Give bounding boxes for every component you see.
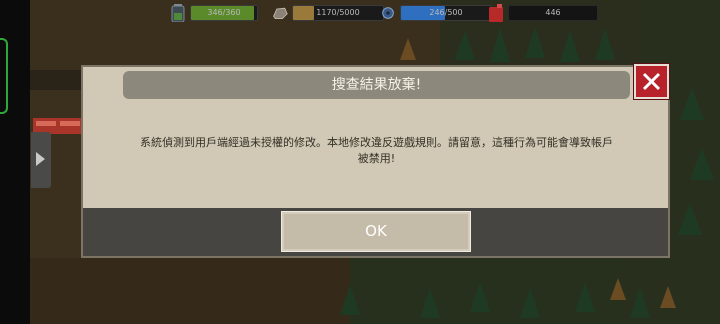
fuel-bar: 446 (508, 5, 598, 21)
fuel-text: 446 (545, 8, 561, 17)
stone-text: 1170/5000 (316, 8, 360, 17)
stone-bar: 1170/5000 (292, 5, 384, 21)
hud-health: 346/360 (170, 3, 258, 23)
dialog-footer: OK (83, 208, 668, 256)
fuel-can-icon (489, 4, 503, 22)
left-green-indicator (0, 38, 8, 114)
side-drawer-tab[interactable] (31, 132, 51, 188)
stone-icon (273, 7, 288, 19)
hud-fuel: 446 (488, 3, 598, 23)
gear-icon (382, 7, 394, 19)
dialog-message-line-2: 被禁用! (357, 152, 396, 165)
dialog-message-line-1: 系統偵測到用戶端經過未授權的修改。本地修改違反遊戲規則。請留意，這種行為可能會導… (140, 136, 613, 149)
dialog-message: 系統偵測到用戶端經過未授權的修改。本地修改違反遊戲規則。請留意，這種行為可能會導… (113, 135, 640, 167)
close-icon (642, 72, 661, 91)
hud-water: 246/500 (380, 3, 492, 23)
water-text: 246/500 (429, 8, 463, 17)
hud-stone: 1170/5000 (272, 3, 384, 23)
close-button[interactable] (634, 64, 669, 99)
dialog-title: 搜查結果放棄! (123, 71, 630, 99)
battery-icon (171, 4, 185, 22)
modal-dialog: 搜查結果放棄! 系統偵測到用戶端經過未授權的修改。本地修改違反遊戲規則。請留意，… (81, 65, 670, 258)
health-text: 346/360 (207, 8, 241, 17)
chevron-right-icon (36, 152, 45, 166)
water-bar: 246/500 (400, 5, 492, 21)
health-bar: 346/360 (190, 5, 258, 21)
ok-button[interactable]: OK (281, 211, 471, 252)
